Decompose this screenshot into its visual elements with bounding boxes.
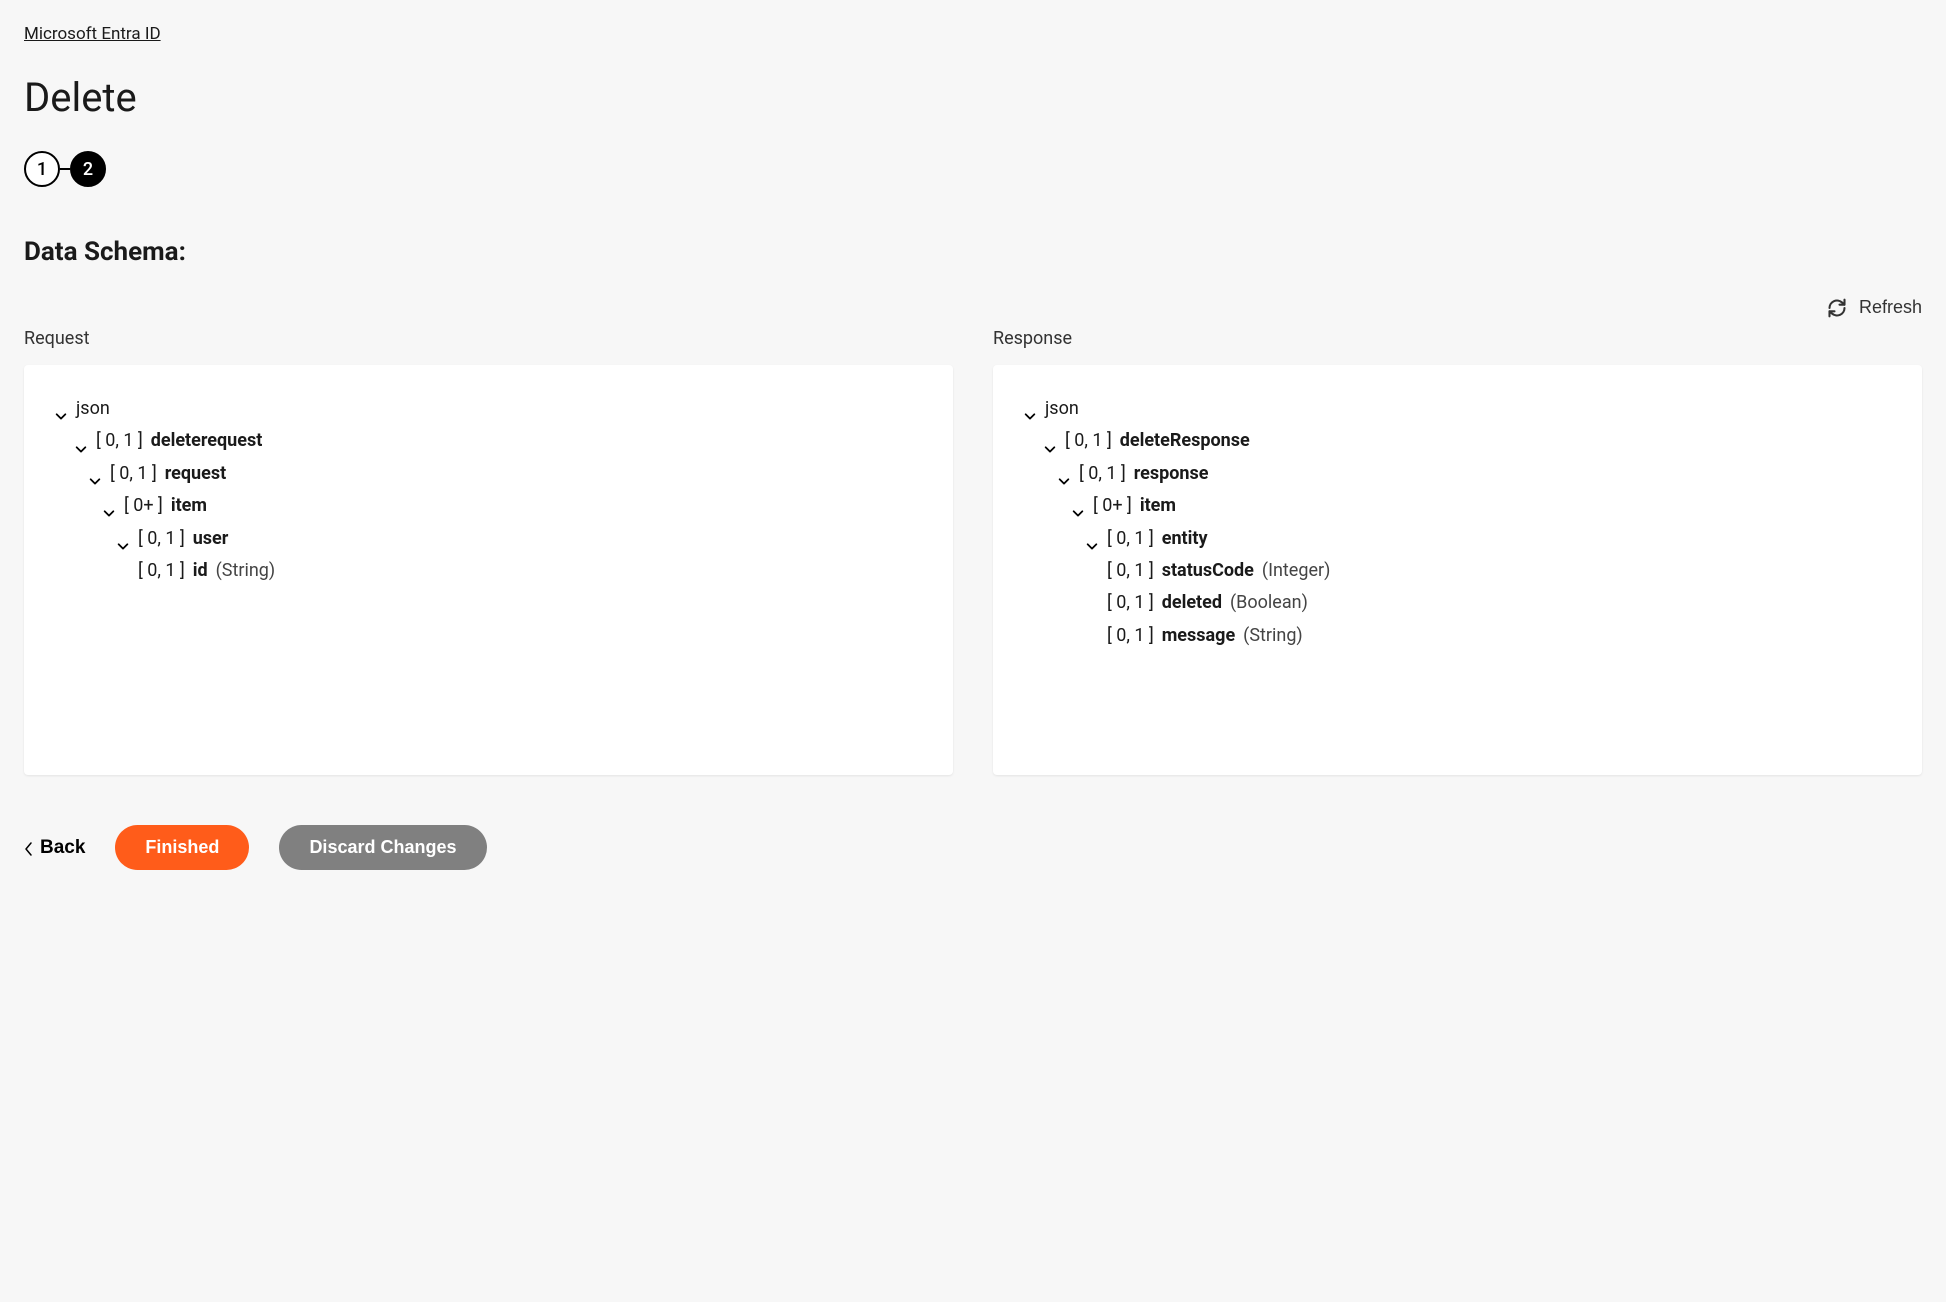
node-type: (Integer) [1262, 555, 1330, 587]
node-cardinality: [ 0, 1 ] [1107, 587, 1154, 619]
node-name: statusCode [1162, 555, 1254, 587]
node-name: item [171, 490, 207, 522]
tree-node-deleteresponse[interactable]: [ 0, 1 ] deleteResponse [1023, 425, 1892, 457]
tree-node-user[interactable]: [ 0, 1 ] user [54, 523, 923, 555]
tree-node-deleterequest[interactable]: [ 0, 1 ] deleterequest [54, 425, 923, 457]
request-panel: json [ 0, 1 ] deleterequest [ 0, 1 ] req… [24, 365, 953, 775]
node-name: message [1162, 620, 1235, 652]
chevron-down-icon [1085, 532, 1099, 546]
node-name: deleterequest [151, 425, 263, 457]
tree-node-json[interactable]: json [1023, 393, 1892, 425]
page-title: Delete [24, 74, 1922, 121]
node-name: id [193, 555, 208, 587]
step-connector [60, 168, 70, 170]
tree-node-statuscode[interactable]: [ 0, 1 ] statusCode (Integer) [1023, 555, 1892, 587]
node-cardinality: [ 0+ ] [1093, 490, 1132, 522]
node-name: item [1140, 490, 1176, 522]
section-heading: Data Schema: [24, 237, 1922, 267]
response-label: Response [993, 328, 1922, 349]
discard-button[interactable]: Discard Changes [279, 825, 486, 870]
refresh-icon [1827, 298, 1847, 318]
tree-node-item[interactable]: [ 0+ ] item [1023, 490, 1892, 522]
breadcrumb-link[interactable]: Microsoft Entra ID [24, 24, 161, 44]
node-cardinality: [ 0, 1 ] [1079, 458, 1126, 490]
node-cardinality: [ 0, 1 ] [1107, 523, 1154, 555]
refresh-label: Refresh [1859, 297, 1922, 318]
stepper: 1 2 [24, 151, 1922, 187]
node-name: entity [1162, 523, 1208, 555]
node-name: user [193, 523, 229, 555]
node-cardinality: [ 0, 1 ] [1107, 555, 1154, 587]
tree-node-deleted[interactable]: [ 0, 1 ] deleted (Boolean) [1023, 587, 1892, 619]
tree-node-entity[interactable]: [ 0, 1 ] entity [1023, 523, 1892, 555]
chevron-down-icon [88, 467, 102, 481]
node-cardinality: [ 0, 1 ] [96, 425, 143, 457]
node-type: (String) [216, 555, 276, 587]
node-cardinality: [ 0, 1 ] [138, 523, 185, 555]
step-1[interactable]: 1 [24, 151, 60, 187]
tree-node-response[interactable]: [ 0, 1 ] response [1023, 458, 1892, 490]
tree-node-item[interactable]: [ 0+ ] item [54, 490, 923, 522]
tree-node-request[interactable]: [ 0, 1 ] request [54, 458, 923, 490]
node-cardinality: [ 0, 1 ] [110, 458, 157, 490]
node-name: request [165, 458, 226, 490]
back-button[interactable]: Back [24, 837, 85, 859]
node-name: deleteResponse [1120, 425, 1250, 457]
refresh-button[interactable]: Refresh [1827, 297, 1922, 318]
node-cardinality: [ 0, 1 ] [1065, 425, 1112, 457]
node-name: response [1134, 458, 1209, 490]
chevron-down-icon [1057, 467, 1071, 481]
node-cardinality: [ 0+ ] [124, 490, 163, 522]
node-label: json [1045, 393, 1079, 425]
chevron-down-icon [74, 435, 88, 449]
chevron-down-icon [1071, 499, 1085, 513]
chevron-left-icon [24, 841, 34, 855]
request-label: Request [24, 328, 953, 349]
tree-node-message[interactable]: [ 0, 1 ] message (String) [1023, 620, 1892, 652]
step-2[interactable]: 2 [70, 151, 106, 187]
chevron-down-icon [1043, 435, 1057, 449]
node-type: (String) [1243, 620, 1303, 652]
chevron-down-icon [1023, 402, 1037, 416]
tree-node-json[interactable]: json [54, 393, 923, 425]
chevron-down-icon [102, 499, 116, 513]
back-label: Back [40, 837, 85, 859]
response-panel: json [ 0, 1 ] deleteResponse [ 0, 1 ] re… [993, 365, 1922, 775]
node-name: deleted [1162, 587, 1222, 619]
chevron-down-icon [54, 402, 68, 416]
tree-node-id[interactable]: [ 0, 1 ] id (String) [54, 555, 923, 587]
node-cardinality: [ 0, 1 ] [138, 555, 185, 587]
node-type: (Boolean) [1230, 587, 1308, 619]
node-label: json [76, 393, 110, 425]
chevron-down-icon [116, 532, 130, 546]
node-cardinality: [ 0, 1 ] [1107, 620, 1154, 652]
footer-actions: Back Finished Discard Changes [24, 825, 1922, 870]
finished-button[interactable]: Finished [115, 825, 249, 870]
